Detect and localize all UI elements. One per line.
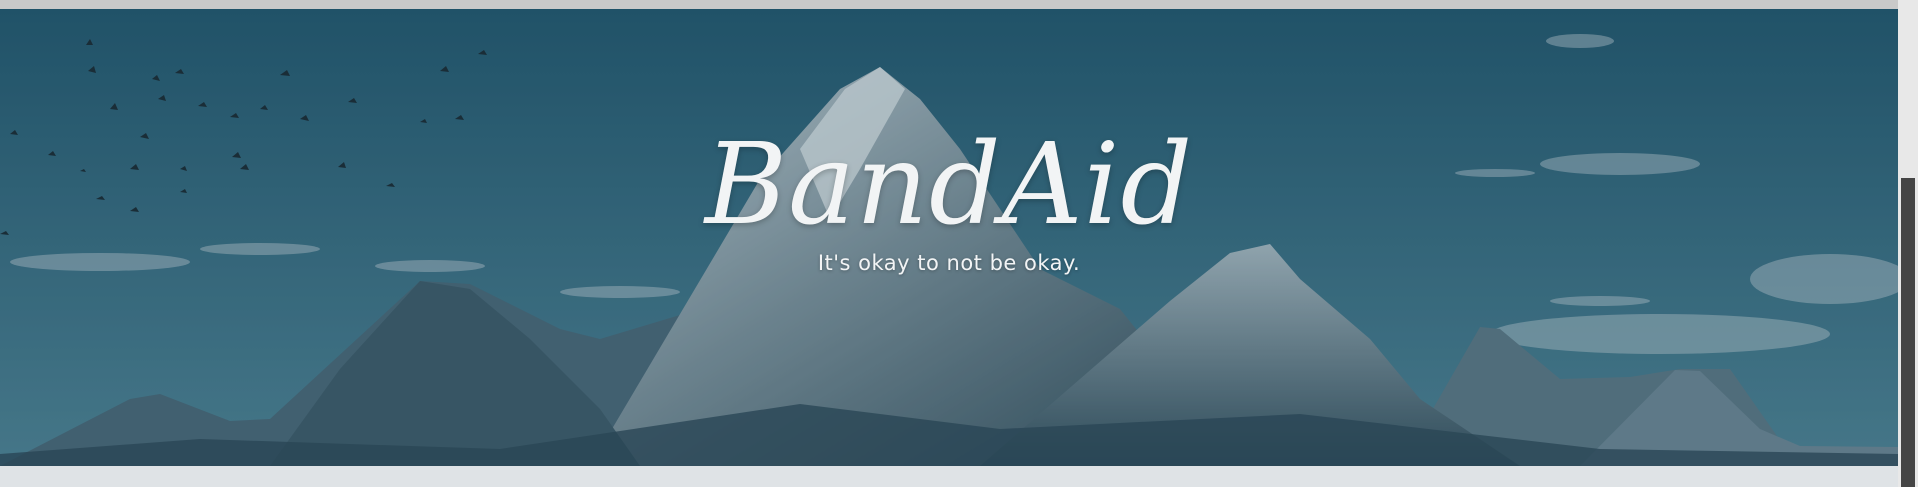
site-title: BandAid [704, 120, 1194, 250]
page-scrollbar[interactable] [1898, 0, 1918, 487]
browser-top-bar [0, 0, 1898, 9]
site-tagline: It's okay to not be okay. [817, 251, 1081, 275]
hero-banner: BandAid It's okay to not be okay. [0, 9, 1898, 466]
hero-text-block: BandAid It's okay to not be okay. [0, 129, 1898, 275]
content-area-start [0, 466, 1898, 487]
scrollbar-thumb[interactable] [1901, 178, 1915, 487]
